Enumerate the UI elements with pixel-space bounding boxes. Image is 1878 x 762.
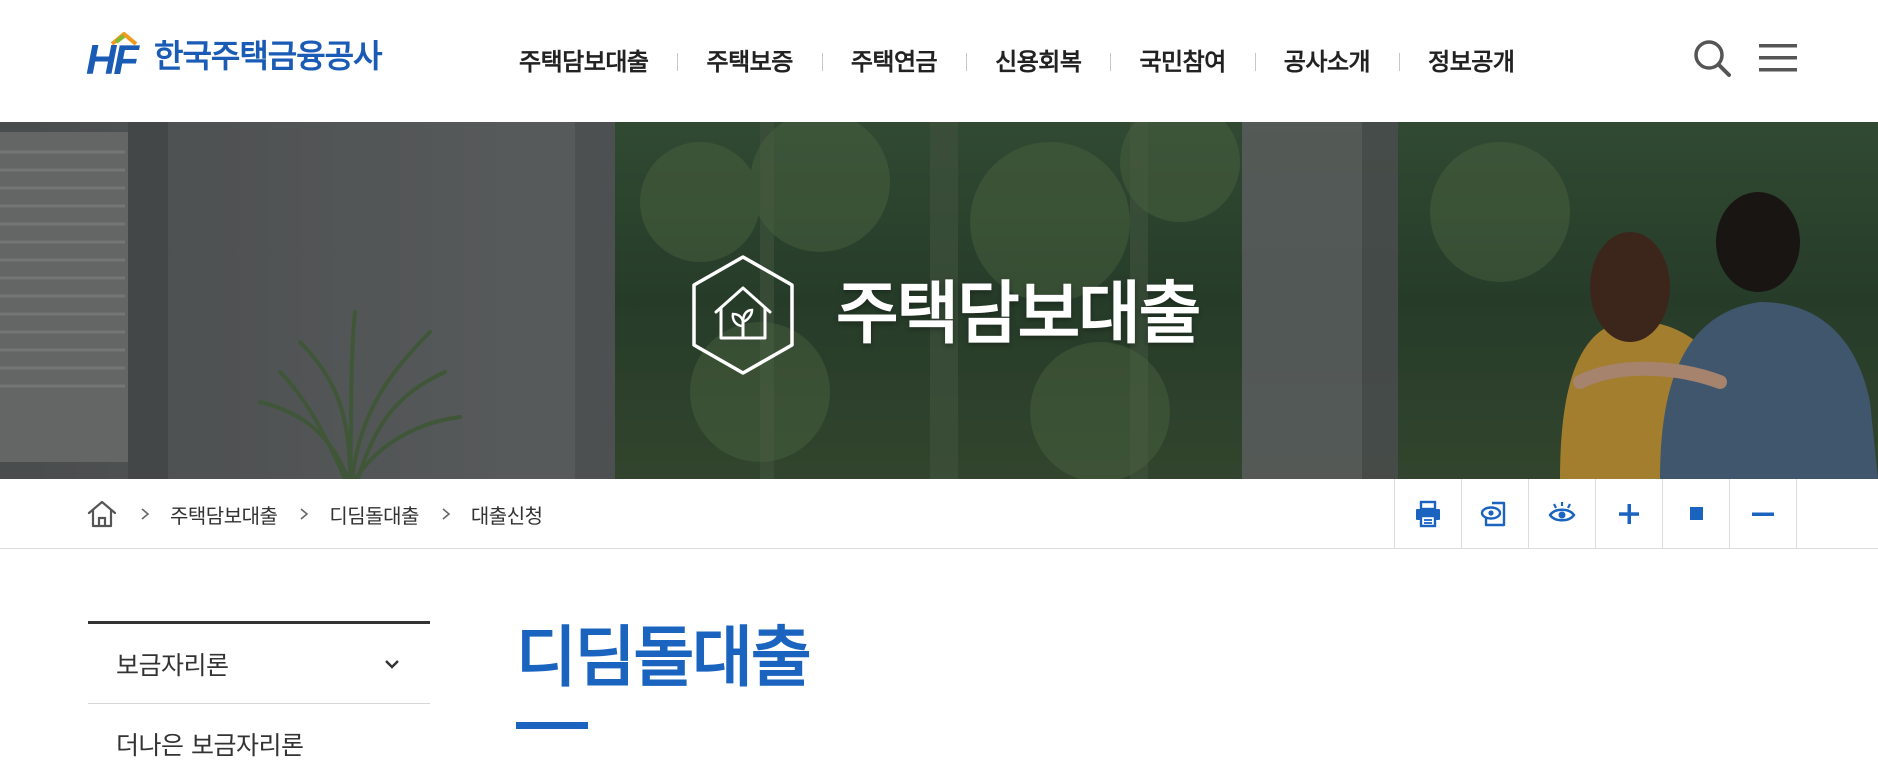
zoom-in-button[interactable] xyxy=(1596,479,1663,549)
page-view-button[interactable] xyxy=(1462,479,1529,549)
breadcrumb-bar: 주택담보대출 디딤돌대출 대출신청 xyxy=(0,479,1878,549)
breadcrumb-item-didimdol[interactable]: 디딤돌대출 xyxy=(329,500,419,529)
hero-title: 주택담보대출 xyxy=(836,275,1201,354)
zoom-in-icon xyxy=(1619,504,1639,524)
title-underline xyxy=(516,722,588,729)
chevron-right-icon xyxy=(442,508,451,520)
side-nav-item-label: 보금자리론 xyxy=(116,650,229,680)
eye-icon xyxy=(1548,502,1576,522)
breadcrumb-item-mortgage[interactable]: 주택담보대출 xyxy=(170,500,278,529)
nav-item-credit-recovery[interactable]: 신용회복 xyxy=(966,40,1110,84)
nav-item-pension[interactable]: 주택연금 xyxy=(821,40,966,84)
side-nav-item-better-bogeumjari[interactable]: 더나은 보금자리론 xyxy=(88,704,430,762)
page-view-icon xyxy=(1480,501,1506,527)
menu-icon[interactable] xyxy=(1756,36,1800,80)
nav-item-mortgage[interactable]: 주택담보대출 xyxy=(490,40,677,84)
nav-item-about[interactable]: 공사소개 xyxy=(1254,40,1399,84)
zoom-out-button[interactable] xyxy=(1730,479,1797,549)
house-sprout-icon xyxy=(692,255,794,375)
eye-button[interactable] xyxy=(1529,479,1596,549)
reset-icon xyxy=(1690,507,1703,520)
chevron-down-icon xyxy=(385,659,399,669)
site-header: HF 한국주택금융공사 주택담보대출 주택보증 주택연금 신용회복 국민참여 공… xyxy=(0,0,1878,122)
search-icon[interactable] xyxy=(1690,36,1734,80)
logo-name: 한국주택금융공사 xyxy=(154,37,383,75)
breadcrumb: 주택담보대출 디딤돌대출 대출신청 xyxy=(86,479,543,549)
side-nav-item-bogeumjari[interactable]: 보금자리론 xyxy=(88,624,430,704)
nav-item-participation[interactable]: 국민참여 xyxy=(1110,40,1254,84)
nav-item-disclosure[interactable]: 정보공개 xyxy=(1399,40,1543,84)
hero-banner: 주택담보대출 xyxy=(0,122,1878,479)
breadcrumb-item-current[interactable]: 대출신청 xyxy=(471,500,543,529)
chevron-right-icon xyxy=(141,508,150,520)
hero-title-group: 주택담보대출 xyxy=(688,254,1201,376)
page-tools xyxy=(1394,479,1797,549)
logo-hf-text: HF xyxy=(86,36,139,83)
page-title: 디딤돌대출 xyxy=(516,619,812,696)
side-nav-item-label: 더나은 보금자리론 xyxy=(116,730,304,760)
reset-button[interactable] xyxy=(1663,479,1730,549)
logo-mark: HF xyxy=(86,30,148,82)
chevron-right-icon xyxy=(300,508,309,520)
nav-item-guarantee[interactable]: 주택보증 xyxy=(677,40,821,84)
home-icon[interactable] xyxy=(86,498,118,530)
print-icon xyxy=(1416,500,1440,528)
logo[interactable]: HF 한국주택금융공사 xyxy=(86,30,383,82)
zoom-out-icon xyxy=(1752,512,1774,516)
print-button[interactable] xyxy=(1395,479,1462,549)
main-nav: 주택담보대출 주택보증 주택연금 신용회복 국민참여 공사소개 정보공개 xyxy=(490,40,1543,84)
side-nav: 보금자리론 더나은 보금자리론 xyxy=(88,621,430,762)
